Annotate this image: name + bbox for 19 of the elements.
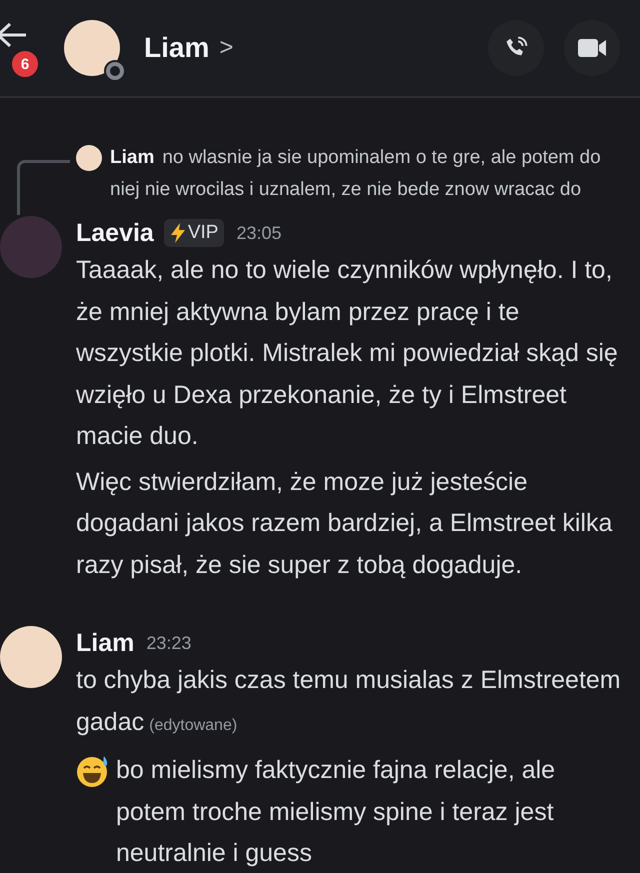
unread-count-badge: 6 [10,49,40,79]
video-camera-icon [577,37,607,59]
message-text: to chyba jakis czas temu musialas z Elmstreetem gadac (edytowane) [76,665,622,738]
message-text: Taaaak, ale no to wiele czynników wpłynęło. I to, że mniej aktywna bylam przez pracę i te wszystkie plotki. Mistralek mi powiedział skąd się wzięło u Dexa przekonanie, że ty i Elmstreet macie duo. [76,255,619,452]
message-time: 23:23 [146,632,192,654]
message-time: 23:05 [236,222,282,244]
sweat-smile-emoji-icon [76,754,110,788]
reply-preview[interactable]: Liam no wlasnie ja sie upominalem o te gre, ale potem do niej nie wrocilas i uznalem, ze nie bede znow wracac do [110,142,630,206]
contact-name-button[interactable]: Liam > [144,32,234,64]
message-text: bo mielismy faktycznie fajna relacje, ale potem troche mielismy spine i teraz jest neutralnie i guess [116,755,556,869]
avatar-placeholder [76,145,102,171]
reply-connector-line [17,160,70,215]
back-arrow-icon [0,22,26,48]
author-name[interactable]: Liam [76,628,134,658]
tag-label: VIP [188,222,218,244]
message-text: Więc stwierdziłam, że moze już jesteście dogadani jakos razem bardziej, a Elmstreet kilka razy pisał, że sie super z tobą dogaduje. [76,466,614,580]
back-button[interactable] [0,22,28,48]
lightning-icon [170,223,186,243]
author-name[interactable]: Laevia [76,218,154,248]
